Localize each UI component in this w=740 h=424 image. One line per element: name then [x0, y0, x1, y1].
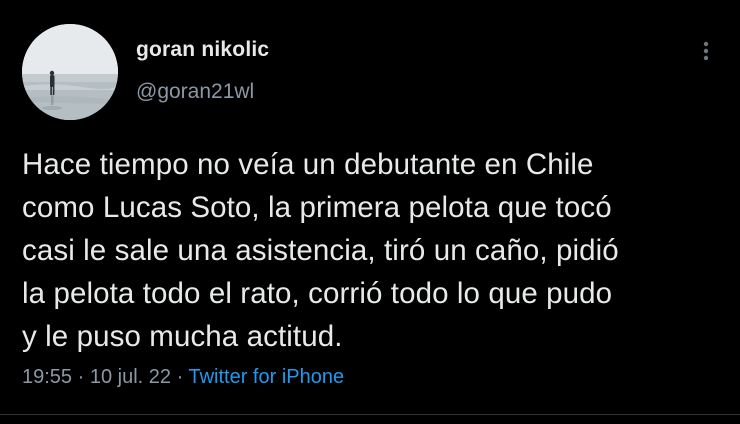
avatar[interactable]: [22, 24, 118, 120]
display-name[interactable]: goran nikolic: [136, 38, 269, 62]
tweet-card: goran nikolic @goran21wl Hace tiempo no …: [0, 0, 740, 424]
tweet-metadata: 19:55 · 10 jul. 22 · Twitter for iPhone: [22, 366, 344, 389]
more-vertical-icon: [703, 41, 709, 61]
meta-separator: ·: [176, 366, 184, 388]
tweet-time[interactable]: 19:55: [22, 366, 72, 388]
tweet-text: Hace tiempo no veía un debutante en Chil…: [22, 148, 619, 353]
divider: [0, 414, 740, 415]
avatar-photo: [22, 24, 118, 120]
more-options-button[interactable]: [694, 36, 718, 66]
tweet-source-link[interactable]: Twitter for iPhone: [188, 366, 344, 388]
meta-separator: ·: [77, 366, 85, 388]
user-handle[interactable]: @goran21wl: [136, 80, 254, 104]
tweet-date[interactable]: 10 jul. 22: [90, 366, 171, 388]
